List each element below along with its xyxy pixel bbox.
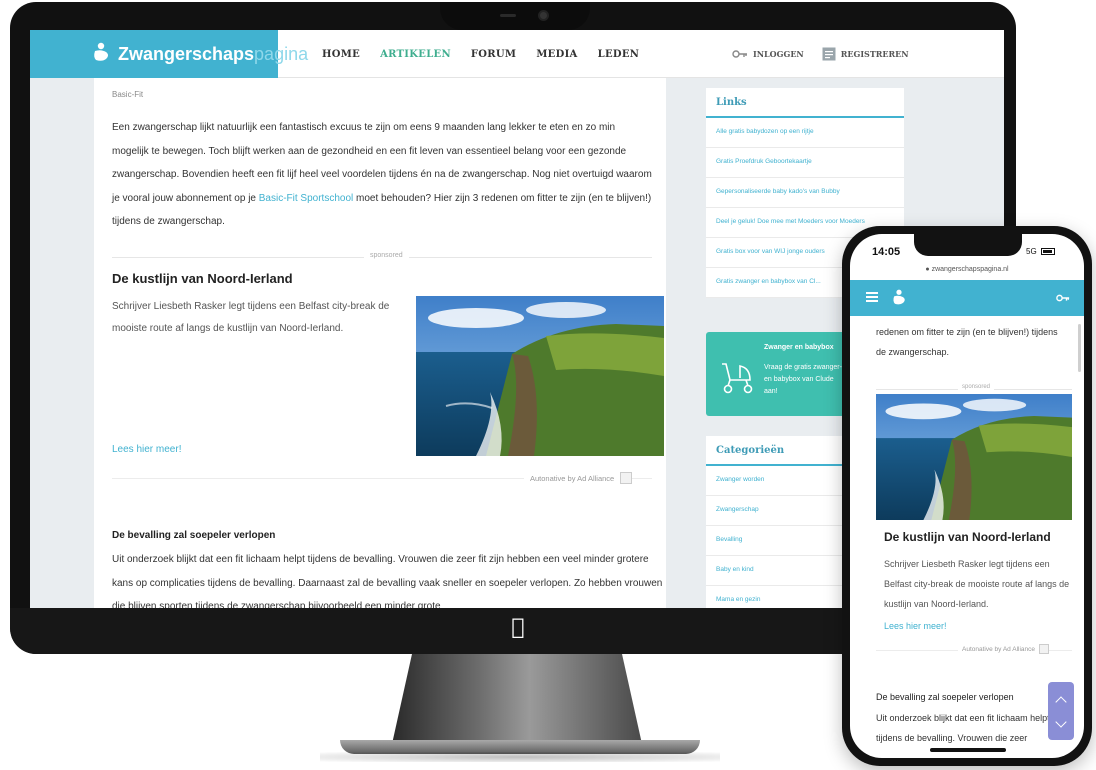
coastline-illustration: [876, 394, 1072, 520]
sponsored-label: sponsored: [364, 252, 409, 259]
phone-status-bar: 5G: [1026, 247, 1055, 256]
phone-section-heading: De bevalling zal soepeler verlopen: [876, 692, 1014, 702]
section-paragraph: Uit onderzoek blijkt dat een fit lichaam…: [112, 554, 663, 608]
nav-leden[interactable]: LEDEN: [598, 49, 640, 60]
ad-description: Schrijver Liesbeth Rasker legt tijdens e…: [112, 301, 390, 334]
login-link[interactable]: INLOGGEN: [732, 49, 804, 59]
chevron-down-icon: [1055, 716, 1067, 728]
sidebar-link[interactable]: Alle gratis babydozen op een rijtje: [706, 118, 904, 148]
article-intro: Een zwangerschap lijkt natuurlijk een fa…: [112, 122, 652, 227]
device-mockup-stage:  Zwangerschapspagina HOME ARTIKELEN FOR…: [0, 0, 1096, 770]
imac-foot-shadow: [320, 752, 720, 762]
phone-scrollbar[interactable]: [1078, 324, 1081, 372]
ad-title[interactable]: De kustlijn van Noord-Ierland: [112, 271, 293, 286]
phone-sponsored-label: sponsored: [958, 384, 995, 390]
battery-icon: [1040, 248, 1055, 255]
auth-nav: INLOGGEN REGISTREREN: [732, 30, 927, 78]
phone-device: 14:05 5G ● zwangerschapspagina.nl redene…: [842, 226, 1092, 766]
ad-read-more-link[interactable]: Lees hier meer!: [112, 444, 181, 455]
site-logo[interactable]: Zwangerschapspagina: [30, 30, 308, 78]
phone-article-intro: redenen om fitter te zijn (en te blijven…: [876, 327, 1058, 357]
links-widget-title: Links: [706, 88, 904, 118]
baby-stroller-icon: [722, 363, 753, 394]
imac-stand-neck: [392, 654, 642, 744]
phone-ad-description: Schrijver Liesbeth Rasker legt tijdens e…: [884, 559, 1070, 609]
phone-screen: 14:05 5G ● zwangerschapspagina.nl redene…: [850, 234, 1084, 758]
section-heading: De bevalling zal soepeler verlopen: [112, 530, 276, 541]
register-label: REGISTREREN: [840, 49, 909, 59]
apple-logo-icon: : [508, 616, 528, 640]
key-icon: [732, 50, 747, 58]
main-nav: HOME ARTIKELEN FORUM MEDIA LEDEN: [322, 30, 659, 78]
chevron-up-icon: [1055, 696, 1067, 708]
ad-alliance-icon: [620, 472, 633, 484]
imac-camera-notch: [440, 2, 590, 30]
phone-ad-read-more-link[interactable]: Lees hier meer!: [884, 621, 947, 631]
pregnant-silhouette-icon[interactable]: [890, 289, 908, 307]
ad-alliance-icon: [1039, 644, 1049, 654]
phone-ad-title[interactable]: De kustlijn van Noord-Ierland: [884, 530, 1051, 544]
phone-clock: 14:05: [872, 246, 901, 258]
key-icon[interactable]: [1056, 294, 1070, 302]
register-link[interactable]: REGISTREREN: [822, 47, 909, 61]
nav-forum[interactable]: FORUM: [471, 49, 516, 60]
menu-icon[interactable]: [866, 292, 878, 302]
logo-text-bold: Zwangerschaps: [118, 43, 255, 64]
breadcrumb[interactable]: Basic-Fit: [112, 90, 143, 99]
scroll-to-top-button[interactable]: [1048, 682, 1074, 740]
promo-text: Vraag de gratis zwanger- en babybox van …: [764, 364, 842, 395]
home-indicator[interactable]: [930, 748, 1006, 752]
coastline-illustration: [416, 296, 664, 456]
network-label: 5G: [1026, 247, 1037, 256]
promo-title: Zwanger en babybox: [764, 344, 834, 351]
ad-attribution[interactable]: Autonative by Ad Alliance: [524, 472, 633, 484]
phone-notch: [914, 234, 1022, 256]
phone-ad-attribution[interactable]: Autonative by Ad Alliance: [958, 644, 1049, 654]
phone-site-header: [850, 280, 1084, 316]
nav-media[interactable]: MEDIA: [536, 49, 577, 60]
site-header: Zwangerschapspagina HOME ARTIKELEN FORUM…: [30, 30, 1004, 78]
pregnant-silhouette-icon: [94, 42, 108, 61]
nav-artikelen[interactable]: ARTIKELEN: [380, 49, 451, 60]
article-content: Basic-Fit Een zwangerschap lijkt natuurl…: [94, 78, 666, 608]
phone-section-paragraph: Uit onderzoek blijkt dat een fit lichaam…: [876, 713, 1050, 743]
sidebar-link[interactable]: Gratis Proefdruk Geboortekaartje: [706, 148, 904, 178]
basic-fit-link[interactable]: Basic-Fit Sportschool: [259, 193, 353, 204]
nav-home[interactable]: HOME: [322, 49, 360, 60]
ad-coastline-image[interactable]: [416, 296, 664, 456]
camera-icon: [538, 10, 549, 21]
sidebar-link[interactable]: Gepersonaliseerde baby kado's van Bubby: [706, 178, 904, 208]
logo-text-light: pagina: [254, 43, 309, 64]
phone-url-bar[interactable]: ● zwangerschapspagina.nl: [850, 266, 1084, 273]
phone-ad-coastline-image[interactable]: [876, 394, 1072, 520]
register-form-icon: [822, 47, 836, 61]
login-label: INLOGGEN: [753, 49, 804, 59]
